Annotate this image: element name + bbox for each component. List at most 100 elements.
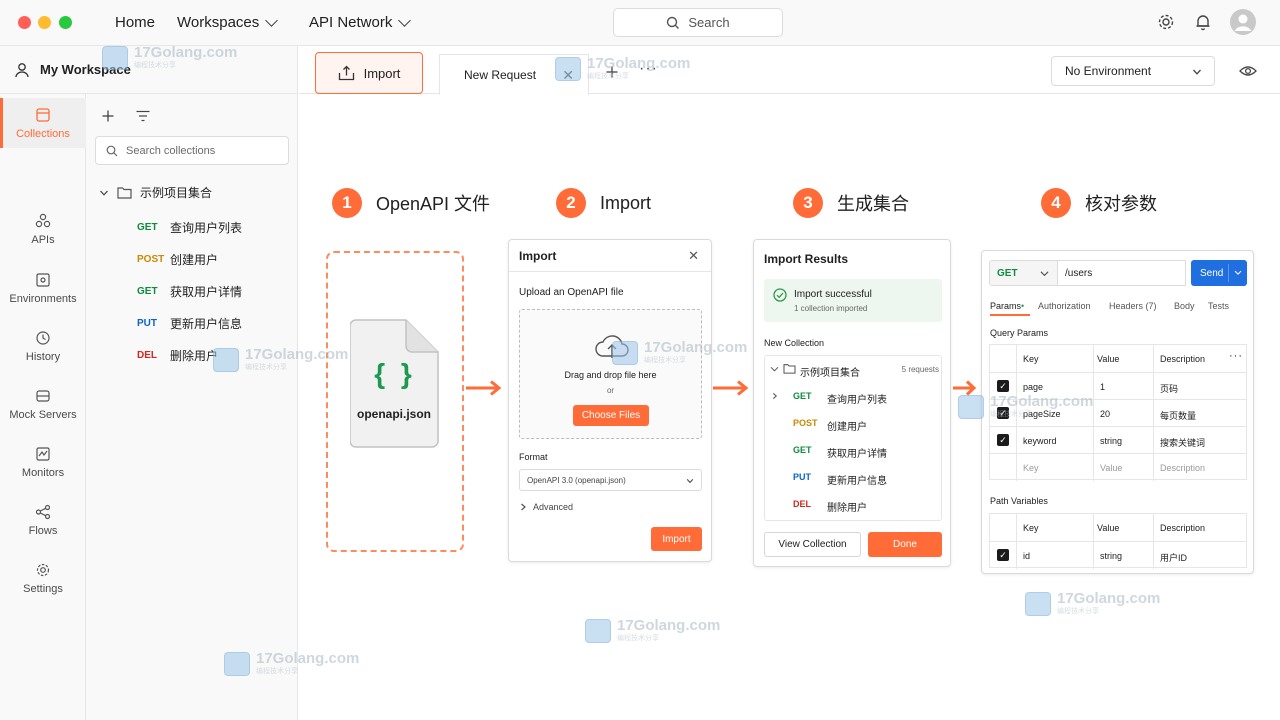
request-name: 删除用户 bbox=[827, 503, 867, 514]
send-label: Send bbox=[1200, 267, 1224, 279]
list-item[interactable]: PUT 更新用户信息 bbox=[765, 464, 943, 490]
list-item[interactable]: DEL 删除用户 bbox=[137, 347, 218, 364]
watermark-text: 17Golang.com bbox=[1057, 590, 1161, 607]
nav-home[interactable]: Home bbox=[115, 14, 155, 31]
mock-servers-icon bbox=[36, 389, 50, 402]
path-variables-label: Path Variables bbox=[990, 496, 1048, 506]
tab-new-request[interactable]: New Request ✕ bbox=[439, 54, 589, 95]
param-value: 1 bbox=[1100, 382, 1106, 392]
nav-workspaces[interactable]: Workspaces bbox=[177, 14, 279, 31]
step-number: 1 bbox=[332, 188, 362, 218]
method-select[interactable]: GET bbox=[989, 260, 1058, 286]
search-placeholder: Search collections bbox=[126, 144, 216, 157]
tab-authorization[interactable]: Authorization bbox=[1038, 301, 1091, 311]
collection-root[interactable]: 示例项目集合 bbox=[99, 184, 212, 201]
list-item[interactable]: POST 创建用户 bbox=[765, 410, 943, 436]
request-count: 5 requests bbox=[901, 365, 939, 374]
column-header: Value bbox=[1097, 354, 1120, 364]
list-item[interactable]: GET 获取用户详情 bbox=[137, 283, 242, 300]
close-window-button[interactable] bbox=[18, 16, 31, 29]
chevron-down-icon bbox=[1193, 69, 1201, 75]
list-item[interactable]: PUT 更新用户信息 bbox=[137, 315, 242, 332]
eye-icon[interactable] bbox=[1239, 64, 1257, 78]
tab-params[interactable]: Params• bbox=[990, 301, 1024, 311]
send-button[interactable]: Send bbox=[1191, 260, 1247, 286]
checkbox[interactable]: ✓ bbox=[997, 380, 1009, 392]
sidebar-item-label: Settings bbox=[23, 582, 63, 595]
format-select[interactable]: OpenAPI 3.0 (openapi.json) bbox=[519, 469, 702, 491]
value-placeholder: Value bbox=[1100, 463, 1123, 473]
tab-headers[interactable]: Headers (7) bbox=[1109, 301, 1157, 311]
sidebar-item-history[interactable]: History bbox=[0, 321, 86, 371]
import-submit-button[interactable]: Import bbox=[651, 527, 702, 551]
bell-icon[interactable] bbox=[1193, 12, 1213, 32]
sidebar-item-monitors[interactable]: Monitors bbox=[0, 437, 86, 487]
list-item[interactable]: GET 查询用户列表 bbox=[765, 383, 943, 409]
environment-select[interactable]: No Environment bbox=[1051, 56, 1215, 86]
list-item[interactable]: POST 创建用户 bbox=[137, 251, 218, 268]
workspace-header[interactable]: My Workspace bbox=[0, 46, 298, 94]
sidebar-item-mock-servers[interactable]: Mock Servers bbox=[0, 379, 86, 429]
request-name: 查询用户列表 bbox=[827, 395, 887, 406]
global-search[interactable]: Search bbox=[613, 8, 783, 37]
user-icon bbox=[15, 62, 29, 77]
advanced-toggle[interactable]: Advanced bbox=[520, 502, 573, 512]
collection-search-input[interactable]: Search collections bbox=[95, 136, 289, 165]
new-tab-plus-icon[interactable] bbox=[606, 66, 618, 78]
method-badge: PUT bbox=[137, 318, 157, 329]
list-item[interactable]: GET 获取用户详情 bbox=[765, 437, 943, 463]
list-item[interactable]: GET 查询用户列表 bbox=[137, 219, 242, 236]
arrow-right-icon bbox=[953, 380, 977, 396]
import-button[interactable]: Import bbox=[315, 52, 423, 94]
divider bbox=[1228, 264, 1229, 282]
success-banner: Import successful 1 collection imported bbox=[764, 279, 942, 322]
avatar[interactable] bbox=[1230, 9, 1256, 35]
param-key: page bbox=[1023, 382, 1044, 392]
checkbox[interactable]: ✓ bbox=[997, 407, 1009, 419]
tab-tests[interactable]: Tests bbox=[1208, 301, 1229, 311]
more-options-icon[interactable]: ··· bbox=[1229, 350, 1243, 362]
nav-api-network[interactable]: API Network bbox=[309, 14, 412, 31]
choose-files-button[interactable]: Choose Files bbox=[573, 405, 649, 426]
sidebar-item-collections[interactable]: Collections bbox=[0, 98, 86, 148]
url-input[interactable]: /users bbox=[1058, 260, 1186, 286]
list-item[interactable]: DEL 删除用户 bbox=[765, 491, 943, 517]
request-name: 获取用户详情 bbox=[827, 449, 887, 460]
request-name: 创建用户 bbox=[170, 253, 219, 267]
result-collection-row[interactable]: 示例项目集合 5 requests bbox=[765, 356, 943, 382]
sidebar-item-flows[interactable]: Flows bbox=[0, 495, 86, 545]
plus-icon[interactable] bbox=[102, 110, 114, 122]
close-icon[interactable]: ✕ bbox=[688, 248, 699, 264]
table-row[interactable]: ✓ page 1 页码 bbox=[990, 372, 1246, 399]
checkbox[interactable]: ✓ bbox=[997, 549, 1009, 561]
sidebar-item-label: Mock Servers bbox=[9, 408, 77, 421]
maximize-window-button[interactable] bbox=[59, 16, 72, 29]
view-collection-button[interactable]: View Collection bbox=[764, 532, 861, 557]
table-row-placeholder[interactable]: Key Value Description bbox=[990, 453, 1246, 480]
upload-cloud-icon bbox=[595, 335, 629, 358]
success-title: Import successful bbox=[794, 289, 872, 300]
param-key: id bbox=[1023, 551, 1031, 561]
filter-icon[interactable] bbox=[136, 110, 150, 122]
more-tabs-button[interactable]: ··· bbox=[639, 60, 658, 78]
column-header: Description bbox=[1160, 354, 1206, 364]
close-icon[interactable]: ✕ bbox=[562, 67, 574, 84]
sidebar-item-label: Monitors bbox=[21, 466, 65, 479]
table-row[interactable]: ✓ id string 用户ID bbox=[990, 541, 1246, 568]
drop-text: Drag and drop file here bbox=[564, 370, 657, 380]
tab-body[interactable]: Body bbox=[1174, 301, 1195, 311]
drop-zone[interactable]: Drag and drop file here or Choose Files bbox=[519, 309, 702, 439]
import-label: Import bbox=[363, 65, 401, 81]
sidebar-item-environments[interactable]: Environments bbox=[0, 263, 86, 313]
chevron-down-icon bbox=[770, 366, 779, 372]
checkbox[interactable]: ✓ bbox=[997, 434, 1009, 446]
minimize-window-button[interactable] bbox=[38, 16, 51, 29]
sidebar-item-settings[interactable]: Settings bbox=[0, 553, 86, 603]
path-variables-table: Key Value Description ✓ id string 用户ID bbox=[989, 513, 1247, 569]
sidebar-item-apis[interactable]: APIs bbox=[0, 204, 86, 254]
step-number: 3 bbox=[793, 188, 823, 218]
gear-icon[interactable] bbox=[1156, 12, 1176, 32]
done-button[interactable]: Done bbox=[868, 532, 942, 557]
table-row[interactable]: ✓ pageSize 20 每页数量 bbox=[990, 399, 1246, 426]
table-row[interactable]: ✓ keyword string 搜索关键词 bbox=[990, 426, 1246, 453]
